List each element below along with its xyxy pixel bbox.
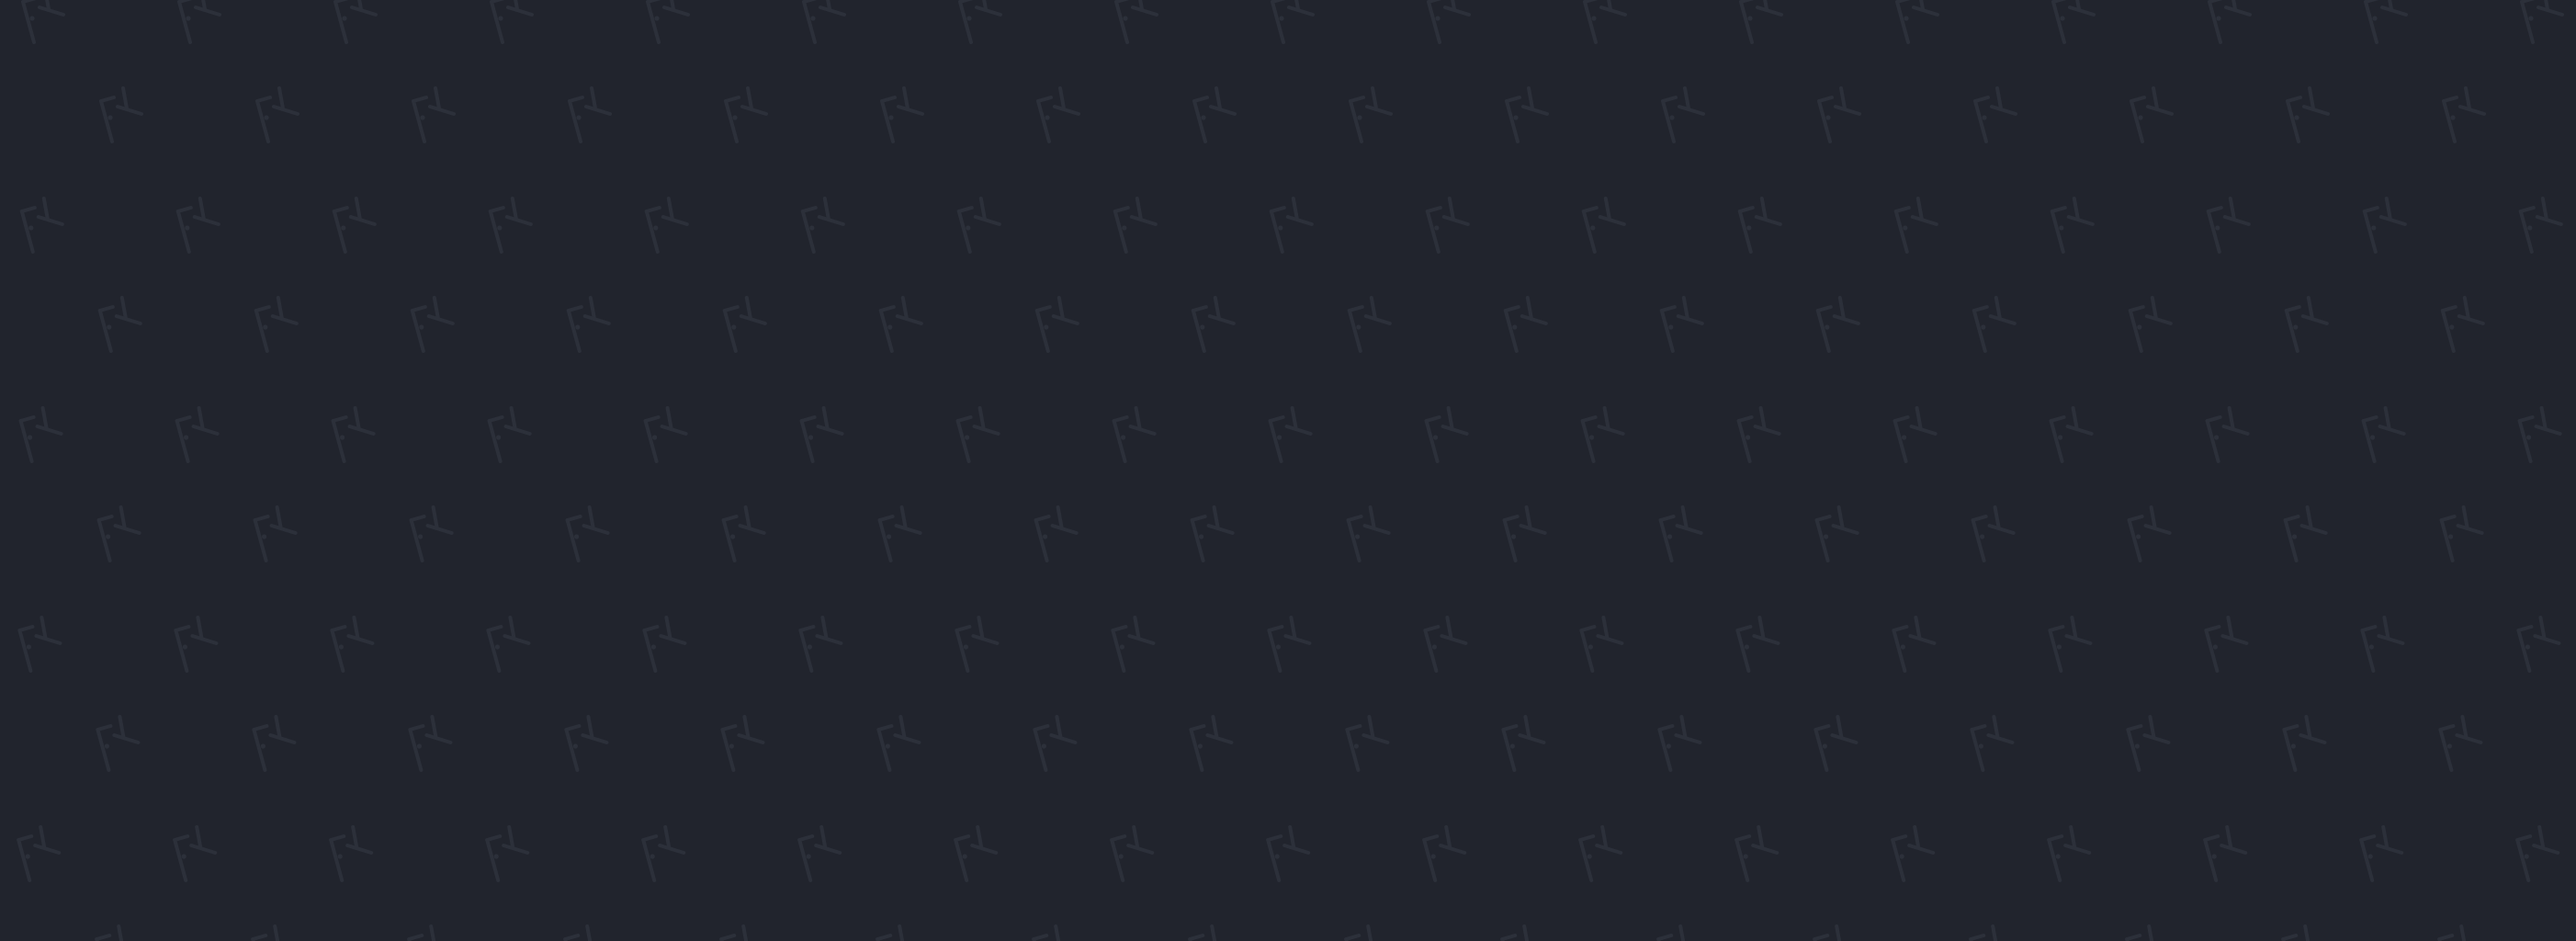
page-background — [0, 0, 2576, 941]
logo-pattern — [0, 0, 2576, 941]
